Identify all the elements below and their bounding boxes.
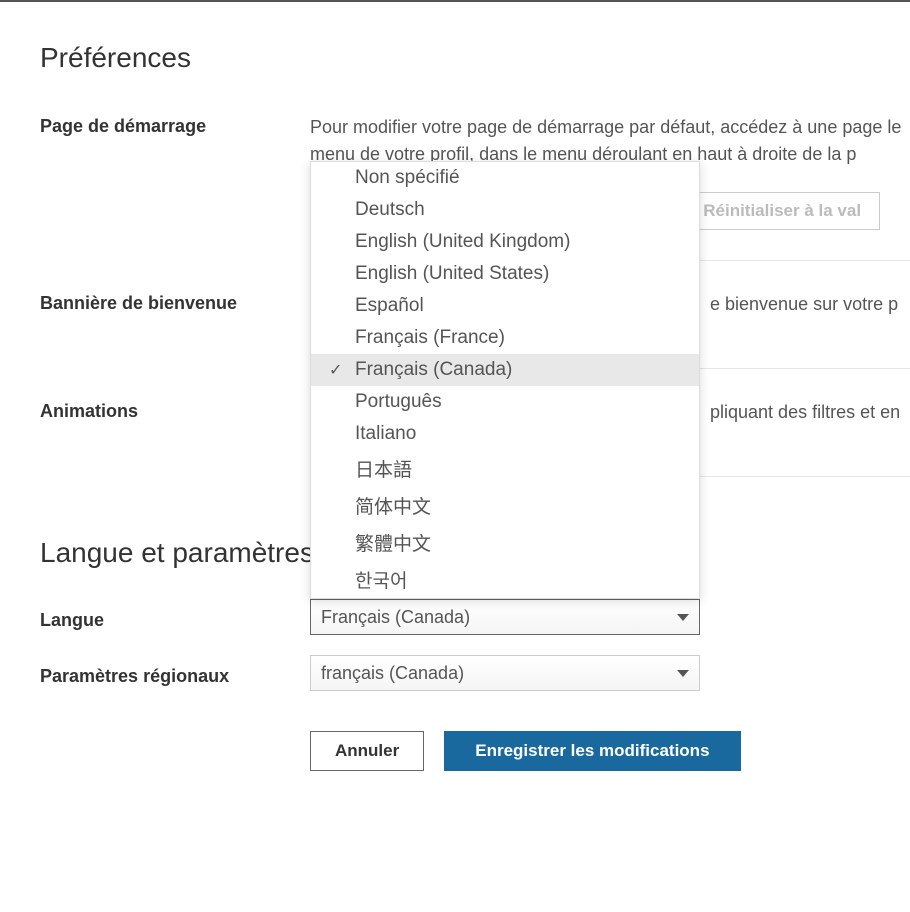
locale-selected-value: français (Canada)	[321, 663, 464, 684]
start-page-label: Page de démarrage	[40, 114, 310, 137]
language-option-label: Français (Canada)	[355, 359, 512, 380]
language-select[interactable]: Français (Canada)	[310, 599, 700, 635]
language-option-label: Español	[355, 295, 424, 316]
language-option-label: English (United States)	[355, 263, 549, 284]
language-selected-value: Français (Canada)	[321, 607, 470, 628]
language-option[interactable]: 繁體中文	[311, 524, 699, 561]
language-option[interactable]: Deutsch	[311, 194, 699, 226]
language-option[interactable]: ✓ Français (Canada)	[311, 354, 699, 386]
welcome-banner-fragment: e bienvenue sur votre p	[710, 294, 898, 314]
caret-down-icon	[677, 670, 689, 677]
language-option[interactable]: 日本語	[311, 450, 699, 487]
preferences-heading: Préférences	[40, 42, 910, 74]
language-option-label: Deutsch	[355, 199, 425, 220]
check-icon: ✓	[329, 360, 342, 380]
language-label: Langue	[40, 604, 310, 631]
start-page-description: Pour modifier votre page de démarrage pa…	[310, 114, 910, 168]
animations-label: Animations	[40, 399, 310, 422]
language-option[interactable]: 简体中文	[311, 487, 699, 524]
save-button[interactable]: Enregistrer les modifications	[444, 731, 740, 771]
language-option-label: 한국어	[355, 571, 407, 592]
language-option[interactable]: English (United Kingdom)	[311, 226, 699, 258]
welcome-banner-label: Bannière de bienvenue	[40, 291, 310, 314]
language-option-label: English (United Kingdom)	[355, 231, 570, 252]
animations-fragment: pliquant des filtres et en	[710, 402, 900, 422]
language-option-label: Português	[355, 391, 442, 412]
language-option-label: Italiano	[355, 423, 416, 444]
locale-label: Paramètres régionaux	[40, 660, 310, 687]
language-option-label: 简体中文	[355, 497, 431, 518]
language-option[interactable]: Italiano	[311, 418, 699, 450]
reset-start-page-button[interactable]: Réinitialiser à la val	[684, 192, 880, 230]
locale-select[interactable]: français (Canada)	[310, 655, 700, 691]
language-option[interactable]: Non spécifié	[311, 162, 699, 194]
language-option-label: Non spécifié	[355, 167, 460, 188]
language-option-label: Français (France)	[355, 327, 505, 348]
language-option[interactable]: English (United States)	[311, 258, 699, 290]
language-option[interactable]: Português	[311, 386, 699, 418]
language-option[interactable]: 한국어	[311, 561, 699, 598]
language-dropdown-list[interactable]: Non spécifié Deutsch English (United Kingd…	[310, 161, 700, 599]
cancel-button[interactable]: Annuler	[310, 731, 424, 771]
language-option-label: 日本語	[355, 460, 412, 481]
caret-down-icon	[677, 614, 689, 621]
language-option[interactable]: Français (France)	[311, 322, 699, 354]
language-option-label: 繁體中文	[355, 534, 431, 555]
language-option[interactable]: Español	[311, 290, 699, 322]
